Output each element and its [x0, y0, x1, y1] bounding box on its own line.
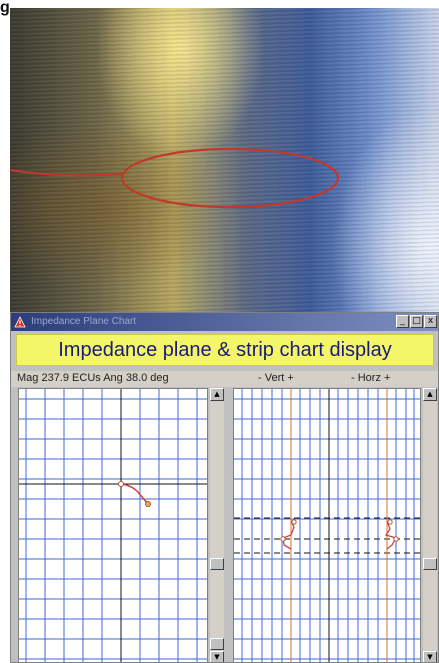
- impedance-trace: [120, 483, 148, 504]
- arrow-up-icon[interactable]: ▲: [210, 388, 224, 401]
- window-title: Impedance Plane Chart: [31, 316, 137, 327]
- magnitude-angle-readout: Mag 237.9 ECUs Ang 38.0 deg: [17, 372, 169, 384]
- plane-scroll-thumb[interactable]: [210, 558, 224, 570]
- arrow-up-icon[interactable]: ▲: [423, 388, 437, 401]
- close-button[interactable]: x: [424, 315, 437, 328]
- horz-axis-label: - Horz +: [351, 372, 391, 384]
- strip-scroll-thumb[interactable]: [423, 558, 437, 570]
- warning-triangle-icon: [14, 316, 26, 328]
- plane-scrollbar[interactable]: ▲ ▼: [210, 388, 224, 662]
- strip-chart-graph: [234, 389, 420, 662]
- strip-chart[interactable]: [233, 388, 421, 662]
- impedance-plane-graph: [19, 389, 207, 662]
- maximize-button[interactable]: □: [410, 315, 423, 328]
- plane-scroll-thumb-lower[interactable]: [210, 638, 224, 650]
- trace-end-dot: [145, 501, 151, 507]
- panel-letter: g: [0, 0, 10, 16]
- vert-marker-bottom: [280, 536, 286, 542]
- readout-bar: Mag 237.9 ECUs Ang 38.0 deg - Vert + - H…: [11, 371, 438, 387]
- defect-annotation: [9, 147, 340, 209]
- annotation-pointer-line: [9, 169, 123, 177]
- display-caption-banner: Impedance plane & strip chart display: [16, 334, 434, 366]
- horz-marker-top: [387, 519, 393, 525]
- impedance-window: Impedance Plane Chart _ □ x Impedance pl…: [10, 312, 439, 663]
- defect-ellipse: [120, 147, 340, 209]
- vert-marker-top: [291, 519, 297, 525]
- arrow-down-icon[interactable]: ▼: [423, 651, 437, 662]
- strip-scrollbar[interactable]: ▲ ▼: [423, 388, 437, 662]
- minimize-button[interactable]: _: [396, 315, 409, 328]
- arrow-down-icon[interactable]: ▼: [210, 651, 224, 662]
- title-bar[interactable]: Impedance Plane Chart _ □ x: [11, 313, 438, 331]
- impedance-plane[interactable]: [18, 388, 208, 662]
- horz-marker-bottom: [393, 536, 399, 542]
- vert-axis-label: - Vert +: [258, 372, 294, 384]
- vert-signal: [282, 520, 295, 550]
- trace-origin-dot: [118, 481, 124, 487]
